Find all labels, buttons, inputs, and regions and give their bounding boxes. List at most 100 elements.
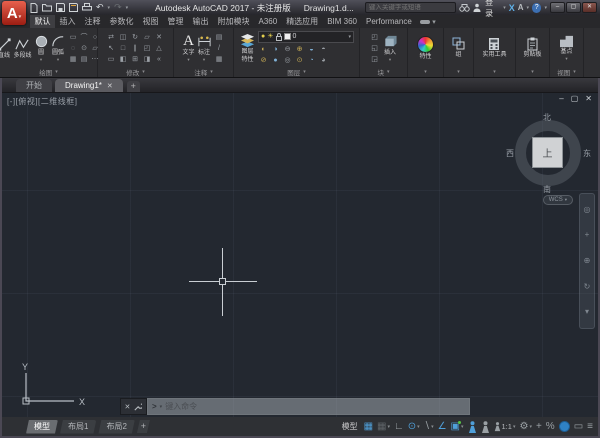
new-drawing-tab-button[interactable]: + xyxy=(127,81,140,92)
panel-layers-label[interactable]: 图层 ▾ xyxy=(234,67,359,77)
modify-tool-icon[interactable]: ◨ xyxy=(142,54,153,65)
circle-tool-button[interactable]: 圆 ▾ xyxy=(34,34,49,62)
panel-annotate-label[interactable]: 注释 ▾ xyxy=(174,67,233,77)
isodraft-icon[interactable]: ∖ xyxy=(424,420,430,433)
modify-tool-icon[interactable]: ◧ xyxy=(118,54,129,65)
navigation-bar[interactable]: ◎+⊕↻▾ xyxy=(579,193,595,329)
viewcube-west-label[interactable]: 西 xyxy=(506,148,514,159)
tab-annotate[interactable]: 注释 xyxy=(80,15,105,28)
plot-icon[interactable] xyxy=(82,3,92,12)
text-caret-icon[interactable]: ▾ xyxy=(187,58,189,62)
otrack-icon[interactable]: ∠ xyxy=(438,420,447,433)
clean-screen-icon[interactable]: ▭ xyxy=(574,420,583,433)
insert-caret-icon[interactable]: ▾ xyxy=(389,58,391,62)
draw-tool-icon[interactable]: ◌ xyxy=(68,43,79,54)
signin-caret-icon[interactable]: ▾ xyxy=(503,5,506,11)
panel-utilities-label[interactable]: ▾ xyxy=(474,67,515,77)
tab-manage[interactable]: 管理 xyxy=(163,15,188,28)
layout2-tab[interactable]: 布局2 xyxy=(98,420,134,434)
draw-tool-icon[interactable]: ▤ xyxy=(79,54,90,65)
layer-tool-icon[interactable]: ◓ xyxy=(318,44,329,55)
annotation-scale-caret-icon[interactable]: ▾ xyxy=(513,424,516,430)
tab-view[interactable]: 视图 xyxy=(138,15,163,28)
doc-minimize-button[interactable]: – xyxy=(559,94,563,103)
navbar-tool-icon[interactable]: + xyxy=(585,230,590,240)
viewcube-east-label[interactable]: 东 xyxy=(583,148,591,159)
modify-tool-icon[interactable]: ⊞ xyxy=(130,54,141,65)
wcs-dropdown[interactable]: WCS ▾ xyxy=(543,195,573,205)
command-customize-wrench-icon[interactable] xyxy=(133,402,142,411)
properties-button[interactable]: 特性 xyxy=(417,36,434,61)
viewcube-north-label[interactable]: 北 xyxy=(543,112,551,123)
tab-insert[interactable]: 插入 xyxy=(55,15,80,28)
layer-tool-icon[interactable]: ◎ xyxy=(282,55,293,66)
tab-addins[interactable]: 附加模块 xyxy=(213,15,254,28)
layer-tool-icon[interactable]: ◑ xyxy=(270,44,281,55)
modify-tool-icon[interactable]: ↖ xyxy=(106,43,117,54)
annotation-scale-person-icon[interactable] xyxy=(494,421,501,432)
group-button[interactable]: 组 xyxy=(452,37,466,59)
start-tab[interactable]: 开始 xyxy=(16,79,52,92)
modify-tool-icon[interactable]: ↻ xyxy=(130,32,141,43)
app-store-caret-icon[interactable]: ▾ xyxy=(527,5,530,11)
dimension-tool-button[interactable]: 标注 ▾ xyxy=(197,34,212,62)
panel-clipboard-label[interactable]: ▾ xyxy=(516,67,549,77)
viewcube[interactable]: 上 北 南 西 东 xyxy=(510,115,586,191)
ortho-icon[interactable]: ∟ xyxy=(394,420,404,433)
model-space-button[interactable]: 模型 xyxy=(342,421,358,432)
layer-tool-icon[interactable]: ◕ xyxy=(318,55,329,66)
signin-user-icon[interactable] xyxy=(473,3,481,12)
tab-performance[interactable]: Performance xyxy=(361,15,416,28)
arc-caret-icon[interactable]: ▾ xyxy=(57,58,59,62)
tab-parametric[interactable]: 参数化 xyxy=(105,15,138,28)
tab-bim360[interactable]: BIM 360 xyxy=(323,15,362,28)
minimize-button[interactable]: – xyxy=(550,2,565,13)
panel-group-label[interactable]: ▾ xyxy=(444,67,473,77)
navbar-tool-icon[interactable]: ◎ xyxy=(584,205,591,215)
block-tool-icon[interactable]: ◲ xyxy=(369,54,380,65)
undo-icon[interactable]: ↶ xyxy=(96,3,104,12)
viewcube-south-label[interactable]: 南 xyxy=(543,184,551,195)
help-search-input[interactable] xyxy=(369,4,452,11)
recent-commands-icon[interactable]: > xyxy=(152,402,157,411)
panel-properties-label[interactable]: ▾ xyxy=(408,67,443,77)
modify-tool-icon[interactable]: ◰ xyxy=(142,43,153,54)
command-close-icon[interactable]: ✕ xyxy=(125,403,131,411)
modify-tool-icon[interactable]: ▭ xyxy=(106,54,117,65)
doc-restore-button[interactable]: ▢ xyxy=(571,94,579,103)
layer-freeze-sun-icon[interactable]: ☀ xyxy=(267,33,273,41)
exchange-apps-icon[interactable]: X xyxy=(509,3,515,13)
open-folder-icon[interactable] xyxy=(42,3,52,12)
help-icon[interactable]: ? xyxy=(532,3,541,13)
modify-tool-icon[interactable]: ⇄ xyxy=(106,32,117,43)
graphics-performance-icon[interactable] xyxy=(559,421,570,432)
help-caret-icon[interactable]: ▾ xyxy=(544,5,547,11)
ribbon-options-button[interactable]: ▾ xyxy=(420,15,436,28)
panel-draw-label[interactable]: 绘图 ▾ xyxy=(0,67,97,77)
tab-output[interactable]: 输出 xyxy=(188,15,213,28)
customize-icon[interactable]: ≡ xyxy=(587,420,593,433)
viewcube-top-face[interactable]: 上 xyxy=(532,137,563,168)
insert-block-button[interactable]: 插入 ▾ xyxy=(382,34,398,62)
tab-featured-apps[interactable]: 精选应用 xyxy=(282,15,323,28)
layer-tool-icon[interactable]: ⊘ xyxy=(258,55,269,66)
annotate-tool-icon[interactable]: ▦ xyxy=(214,54,225,65)
modify-tool-icon[interactable]: ◫ xyxy=(118,32,129,43)
layer-properties-button[interactable]: 图层 特性 xyxy=(239,33,256,63)
modify-tool-icon[interactable]: △ xyxy=(154,43,165,54)
autoscale-icon[interactable] xyxy=(481,421,490,433)
polyline-tool-button[interactable]: 多段线 xyxy=(14,37,32,60)
isolate-objects-icon[interactable]: % xyxy=(546,420,555,433)
annotation-visibility-icon[interactable] xyxy=(468,421,477,433)
modify-tool-icon[interactable]: □ xyxy=(118,43,129,54)
utilities-button[interactable]: 实用工具 xyxy=(482,37,506,59)
block-tool-icon[interactable]: ◰ xyxy=(369,32,380,43)
signin-button[interactable]: 登录 xyxy=(485,0,500,19)
layer-tool-icon[interactable]: ⊙ xyxy=(294,55,305,66)
layer-tool-icon[interactable]: ◒ xyxy=(306,44,317,55)
layer-dropdown-caret-icon[interactable]: ▾ xyxy=(348,34,351,40)
annotate-tool-icon[interactable]: ▤ xyxy=(214,32,225,43)
draw-tool-icon[interactable]: ▦ xyxy=(68,54,79,65)
polar-tracking-icon[interactable]: ⊙ xyxy=(408,420,416,433)
annotation-monitor-icon[interactable]: + xyxy=(536,420,542,433)
